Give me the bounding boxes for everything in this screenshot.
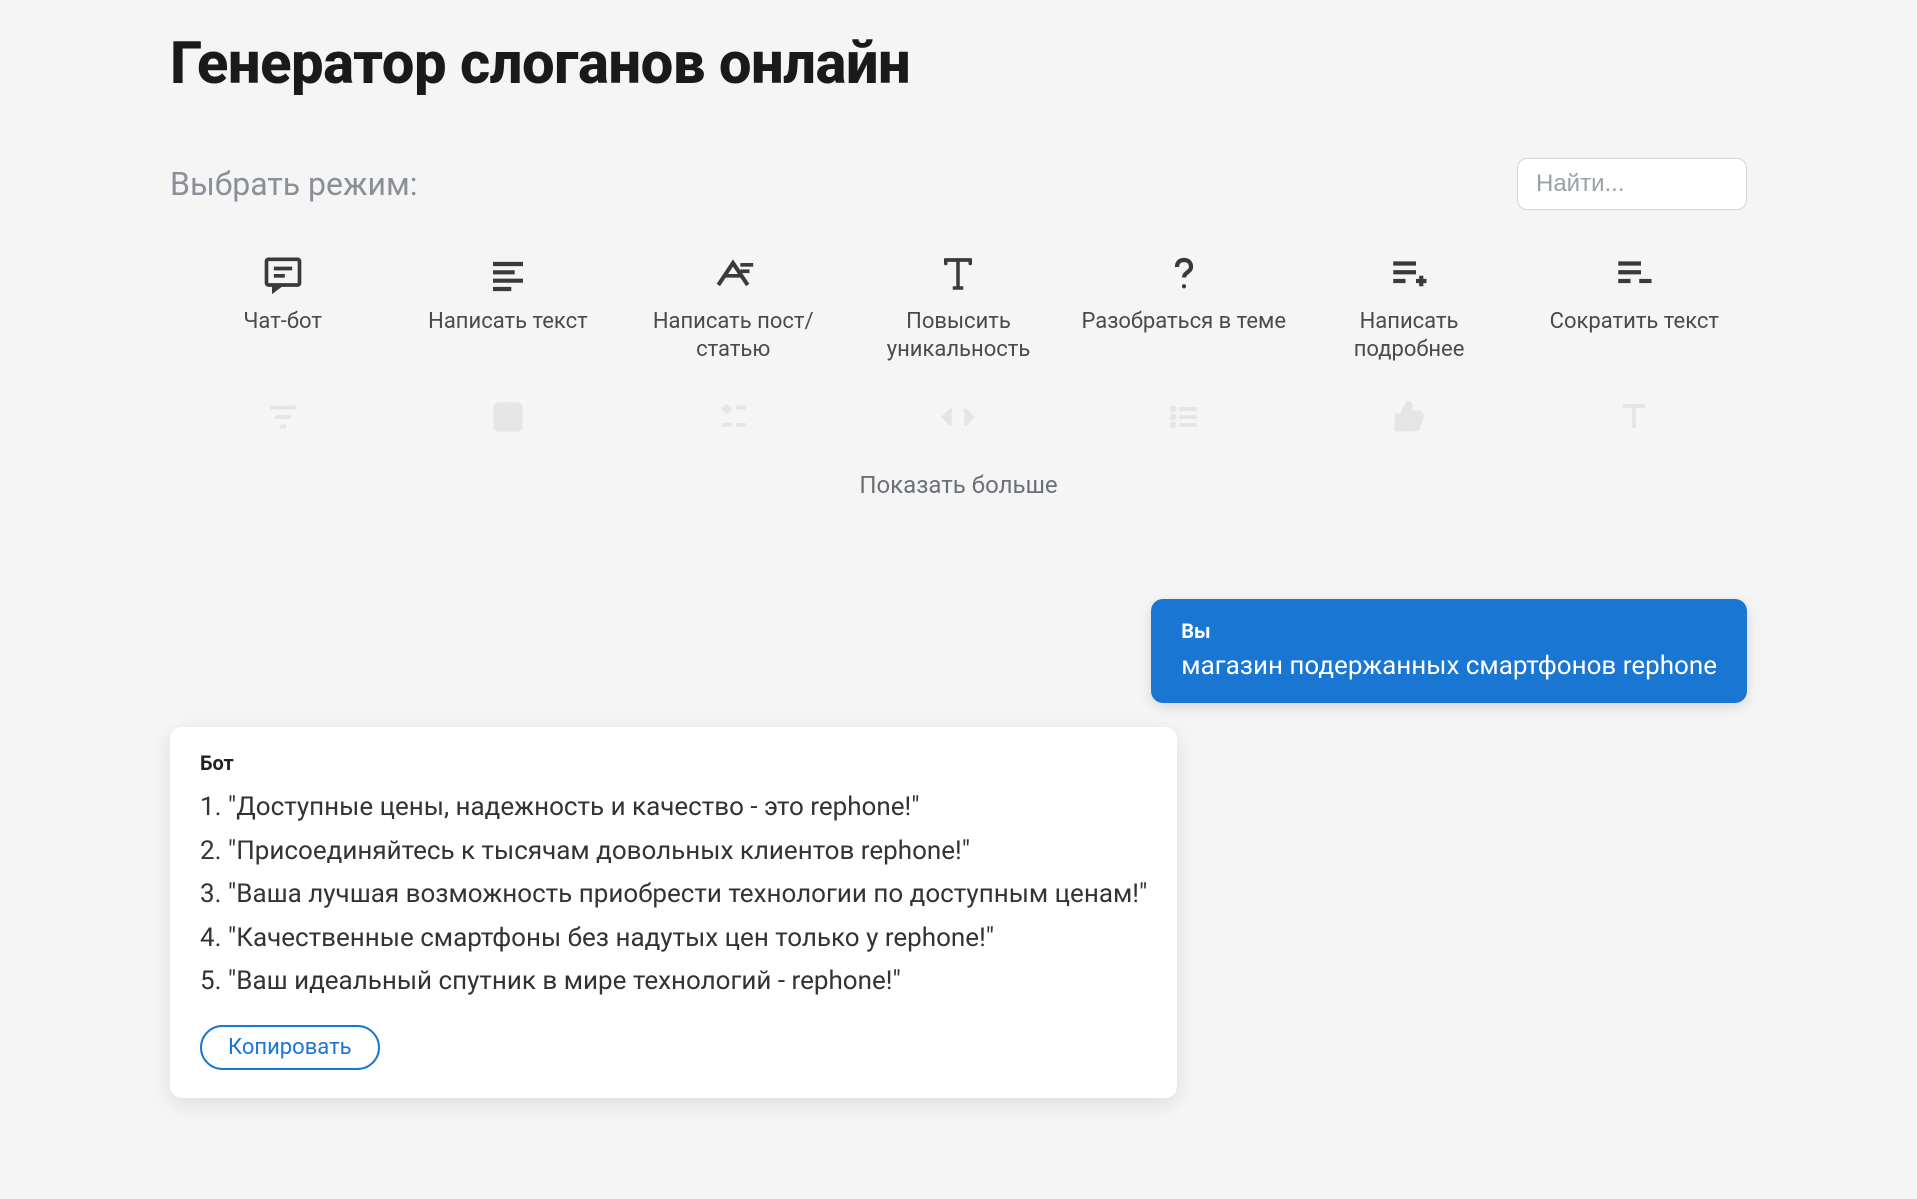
- app-container: Генератор слоганов онлайн Выбрать режим:…: [0, 0, 1917, 1138]
- question-icon: [1160, 250, 1208, 298]
- article-icon: [709, 250, 757, 298]
- bot-message-who: Бот: [200, 751, 1147, 775]
- user-message: Вы магазин подержанных смартфонов rephon…: [1151, 599, 1747, 703]
- list-plus-icon: [1385, 250, 1433, 298]
- code-icon: [934, 393, 982, 441]
- mode-label: Написать подробнее: [1306, 308, 1511, 363]
- mode-understand[interactable]: Разобраться в теме: [1071, 250, 1296, 363]
- mode-hidden-7[interactable]: [1522, 393, 1747, 451]
- mode-label: Повысить уникальность: [856, 308, 1061, 363]
- mode-select-label: Выбрать режим:: [170, 165, 417, 203]
- mode-hidden-6[interactable]: [1296, 393, 1521, 451]
- modes-grid: Чат-бот Написать текст: [170, 250, 1747, 363]
- mode-hidden-4[interactable]: [846, 393, 1071, 451]
- page-title: Генератор слоганов онлайн: [170, 30, 1747, 98]
- align-left-icon: [484, 250, 532, 298]
- mode-chat-bot[interactable]: Чат-бот: [170, 250, 395, 363]
- copy-button[interactable]: Копировать: [200, 1025, 380, 1070]
- mode-write-detailed[interactable]: Написать подробнее: [1296, 250, 1521, 363]
- mode-select-row: Выбрать режим:: [170, 158, 1747, 210]
- mode-label: Разобраться в теме: [1081, 308, 1286, 336]
- mode-hidden-2[interactable]: [395, 393, 620, 451]
- columns-icon: [484, 393, 532, 441]
- type-t-icon: [1610, 393, 1658, 441]
- bot-line: 5. "Ваш идеальный спутник в мире техноло…: [200, 961, 1147, 1003]
- bot-line: 2. "Присоединяйтесь к тысячам довольных …: [200, 831, 1147, 873]
- filter-icon: [259, 393, 307, 441]
- text-t-icon: [934, 250, 982, 298]
- mode-write-text[interactable]: Написать текст: [395, 250, 620, 363]
- mode-hidden-1[interactable]: [170, 393, 395, 451]
- mode-write-post[interactable]: Написать пост/статью: [621, 250, 846, 363]
- mode-label: Чат-бот: [243, 308, 322, 336]
- math-icon: [709, 393, 757, 441]
- bot-message-lines: 1. "Доступные цены, надежность и качеств…: [200, 787, 1147, 1003]
- chat-icon: [259, 250, 307, 298]
- thumbs-up-icon: [1385, 393, 1433, 441]
- mode-label: Сократить текст: [1550, 308, 1719, 336]
- list-icon: [1160, 393, 1208, 441]
- bot-line: 1. "Доступные цены, надежность и качеств…: [200, 787, 1147, 829]
- mode-hidden-3[interactable]: [621, 393, 846, 451]
- list-minus-icon: [1610, 250, 1658, 298]
- bot-message: Бот 1. "Доступные цены, надежность и кач…: [170, 727, 1177, 1098]
- mode-shorten[interactable]: Сократить текст: [1522, 250, 1747, 363]
- mode-uniqueness[interactable]: Повысить уникальность: [846, 250, 1071, 363]
- show-more-button[interactable]: Показать больше: [170, 471, 1747, 499]
- user-message-who: Вы: [1181, 619, 1717, 643]
- mode-hidden-5[interactable]: [1071, 393, 1296, 451]
- mode-label: Написать текст: [428, 308, 588, 336]
- search-input[interactable]: [1517, 158, 1747, 210]
- user-message-text: магазин подержанных смартфонов rephone: [1181, 651, 1717, 681]
- mode-label: Написать пост/статью: [631, 308, 836, 363]
- chat-area: Вы магазин подержанных смартфонов rephon…: [170, 599, 1747, 1098]
- bot-line: 4. "Качественные смартфоны без надутых ц…: [200, 918, 1147, 960]
- bot-line: 3. "Ваша лучшая возможность приобрести т…: [200, 874, 1147, 916]
- modes-grid-hidden: [170, 393, 1747, 451]
